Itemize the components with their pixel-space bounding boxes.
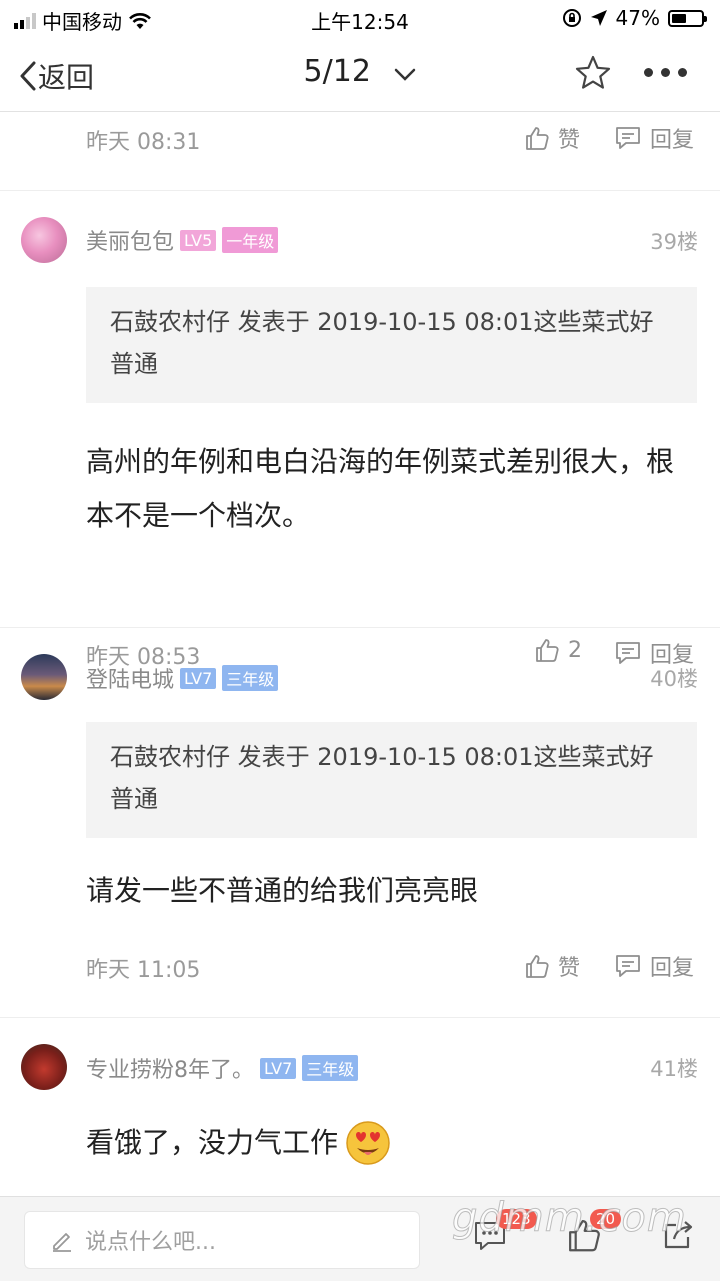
avatar[interactable] — [21, 1044, 67, 1090]
like-button[interactable]: 赞 — [524, 122, 580, 154]
battery-percent: 47% — [615, 6, 660, 30]
favorite-button[interactable] — [574, 54, 612, 96]
more-button[interactable] — [644, 68, 687, 77]
like-label: 赞 — [558, 128, 581, 153]
level-badge: LV7 — [180, 667, 217, 689]
thumb-up-icon — [526, 127, 549, 150]
username[interactable]: 专业捞粉8年了。 — [86, 1052, 254, 1084]
thumb-up-icon — [526, 955, 549, 978]
reply-label: 回复 — [650, 128, 695, 153]
comment-input[interactable]: 说点什么吧... — [24, 1211, 420, 1269]
star-icon — [575, 55, 611, 89]
reply-content: 高州的年例和电白沿海的年例菜式差别很大，根本不是一个档次。 — [86, 445, 675, 532]
edit-icon — [53, 1233, 71, 1252]
bottom-bar: 说点什么吧... 123 20 gdmm.com — [0, 1195, 720, 1281]
comment-icon — [616, 955, 640, 977]
reply-item: 专业捞粉8年了。 LV7 三年级 41楼 看饿了，没力气工作 — [0, 1018, 720, 1198]
nav-bar: 返回 5/12 — [0, 36, 720, 112]
username[interactable]: 美丽包包 — [86, 224, 174, 256]
quoted-post[interactable]: 石鼓农村仔 发表于 2019-10-15 08:01这些菜式好普通 — [86, 287, 697, 403]
like-label: 赞 — [558, 956, 581, 981]
reply-item: 昨天 08:31 赞 回复 — [0, 112, 720, 191]
grade-badge: 一年级 — [222, 227, 279, 253]
page-selector[interactable]: 5/12 — [0, 54, 720, 90]
reply-content-row: 看饿了，没力气工作 — [86, 1116, 686, 1170]
avatar[interactable] — [21, 217, 67, 263]
rotation-lock-icon — [562, 9, 581, 27]
reply-time: 昨天 08:31 — [86, 130, 201, 155]
grade-badge: 三年级 — [222, 665, 279, 691]
level-badge: LV5 — [180, 229, 217, 251]
reply-item: 美丽包包 LV5 一年级 39楼 石鼓农村仔 发表于 2019-10-15 08… — [0, 191, 720, 670]
avatar[interactable] — [21, 654, 67, 700]
battery-icon — [668, 9, 707, 27]
floor-number: 39楼 — [650, 230, 698, 254]
reply-item: 登陆电城 LV7 三年级 40楼 石鼓农村仔 发表于 2019-10-15 08… — [0, 628, 720, 1018]
reply-button[interactable]: 回复 — [614, 950, 694, 982]
status-bar: 中国移动 上午12:54 47% — [0, 0, 720, 36]
level-badge: LV7 — [260, 1057, 297, 1079]
location-icon — [590, 10, 607, 26]
like-button[interactable]: 赞 — [524, 950, 580, 982]
floor-number: 41楼 — [650, 1057, 698, 1081]
reply-button[interactable]: 回复 — [614, 122, 694, 154]
chevron-down-icon — [394, 55, 416, 90]
heart-eyes-emoji-icon — [346, 1121, 390, 1165]
floor-number: 40楼 — [650, 667, 698, 691]
watermark: gdmm.com — [452, 1195, 687, 1242]
reply-list: 昨天 08:31 赞 回复 美丽包包 LV5 一年级 39楼 石鼓农村仔 发表于… — [0, 112, 720, 1198]
page-indicator: 5/12 — [303, 54, 371, 89]
grade-badge: 三年级 — [302, 1055, 359, 1081]
reply-time: 昨天 11:05 — [86, 958, 201, 983]
comment-input-placeholder: 说点什么吧... — [85, 1230, 216, 1255]
reply-content: 看饿了，没力气工作 — [86, 1126, 339, 1159]
quoted-post[interactable]: 石鼓农村仔 发表于 2019-10-15 08:01这些菜式好普通 — [86, 722, 697, 838]
comment-icon — [616, 127, 640, 149]
reply-label: 回复 — [650, 956, 695, 981]
reply-content: 请发一些不普通的给我们亮亮眼 — [86, 874, 479, 907]
username[interactable]: 登陆电城 — [86, 662, 174, 694]
more-icon — [644, 68, 687, 77]
